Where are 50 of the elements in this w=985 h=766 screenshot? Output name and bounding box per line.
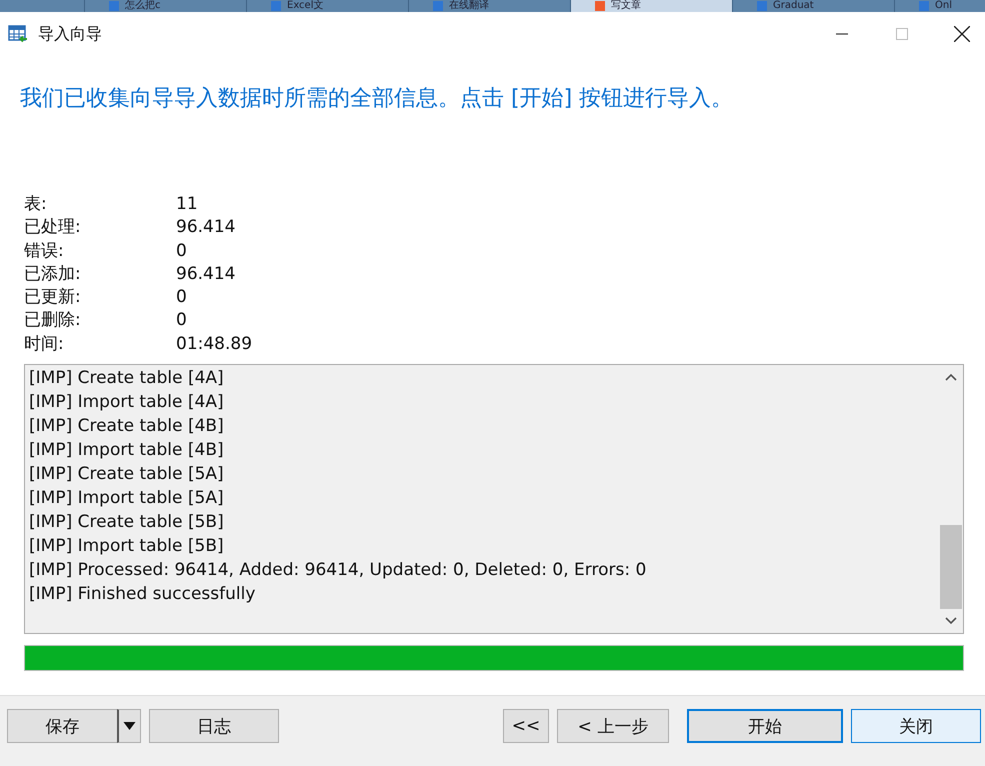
stat-label: 时间: xyxy=(24,332,65,356)
scroll-down-icon[interactable] xyxy=(945,617,957,626)
stat-value: 11 xyxy=(176,193,199,216)
tab-favicon-icon xyxy=(433,1,443,11)
tab-favicon-icon xyxy=(757,1,767,11)
tab-label: Graduat xyxy=(773,0,814,12)
stat-value: 96.414 xyxy=(176,262,236,286)
save-button[interactable]: 保存 xyxy=(7,709,117,744)
log-line: [IMP] Finished successfully xyxy=(29,583,256,606)
stat-label: 已更新: xyxy=(24,286,82,310)
caret-icon xyxy=(123,722,136,730)
dialog-button[interactable]: 日志 xyxy=(149,709,279,744)
log-line: [IMP] Create table [5B] xyxy=(29,511,225,534)
tab-favicon-icon xyxy=(271,1,281,11)
tab-label: 在线翻译 xyxy=(449,0,489,12)
log-line: [IMP] Import table [5B] xyxy=(29,535,225,558)
stat-value: 0 xyxy=(176,240,188,263)
close-icon xyxy=(954,26,970,42)
heading: 我们已收集向导导入数据时所需的全部信息。点击 [开始] 按钮进行导入。 xyxy=(20,85,734,113)
scroll-up-icon[interactable] xyxy=(945,373,957,382)
tab-favicon-icon xyxy=(595,1,605,11)
log-line: [IMP] Create table [5A] xyxy=(29,463,225,486)
dialog-button[interactable]: 关闭 xyxy=(851,709,981,744)
log-line: [IMP] Create table [4A] xyxy=(29,367,225,390)
log-line: [IMP] Processed: 96414, Added: 96414, Updated: 0, Deleted: 0, Errors: 0 xyxy=(29,559,648,582)
stat-label: 已处理: xyxy=(24,216,82,240)
tab-label: Onl xyxy=(935,0,952,12)
stat-value: 01:48.89 xyxy=(176,332,254,356)
dialog-button[interactable]: < 上一步 xyxy=(557,709,669,744)
stat-label: 已删除: xyxy=(24,309,82,332)
log-line: [IMP] Import table [5A] xyxy=(29,487,225,510)
stat-value: 0 xyxy=(176,309,188,332)
log-line: [IMP] Create table [4B] xyxy=(29,415,225,438)
dialog-button[interactable]: << xyxy=(503,709,549,744)
dropdown-button[interactable] xyxy=(117,709,141,744)
tab-favicon-icon xyxy=(109,1,119,11)
log-line: [IMP] Import table [4A] xyxy=(29,391,225,414)
window-title: 导入向导 xyxy=(38,24,102,44)
tab-favicon-icon xyxy=(919,1,929,11)
stat-value: 96.414 xyxy=(176,216,236,240)
scroll-thumb[interactable] xyxy=(940,525,962,610)
stat-label: 表: xyxy=(24,193,48,216)
tab-label: 怎么把c xyxy=(125,0,160,12)
stat-label: 错误: xyxy=(24,240,65,263)
maximize-icon xyxy=(896,28,908,40)
log-line: [IMP] Import table [4B] xyxy=(29,439,225,462)
stat-value: 0 xyxy=(176,286,188,310)
table-import-icon xyxy=(8,24,28,44)
dialog-button[interactable]: 开始 xyxy=(687,709,843,744)
stat-label: 已添加: xyxy=(24,262,82,286)
